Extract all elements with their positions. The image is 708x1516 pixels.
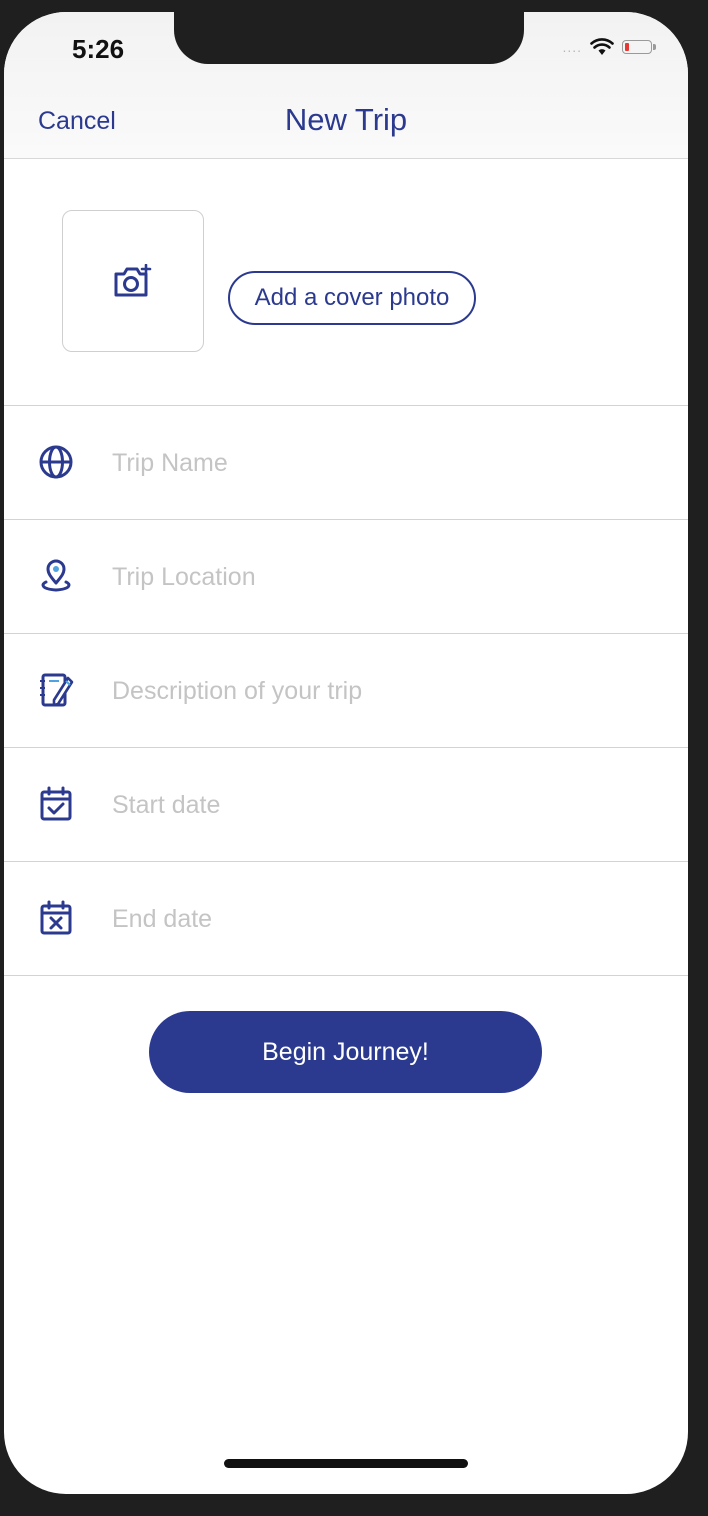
begin-journey-button[interactable]: Begin Journey! (149, 1011, 542, 1093)
app-screen: Cancel New Trip 5:26 .... Add a cover ph… (4, 12, 688, 1494)
cover-photo-section: Add a cover photo (4, 159, 688, 406)
calendar-check-icon (40, 786, 72, 821)
notebook-pencil-icon (40, 673, 74, 707)
status-indicators: .... (562, 38, 656, 56)
start-date-row (4, 748, 688, 862)
battery-icon (622, 40, 656, 54)
trip-description-row (4, 634, 688, 748)
start-date-input[interactable] (110, 778, 654, 832)
page-title: New Trip (284, 102, 408, 137)
cover-photo-placeholder[interactable] (62, 210, 204, 352)
globe-icon (39, 445, 73, 479)
signal-icon: .... (562, 39, 582, 55)
trip-description-input[interactable] (110, 664, 654, 718)
wifi-icon (590, 38, 614, 55)
location-pin-icon (41, 559, 71, 592)
calendar-x-icon (40, 900, 72, 935)
trip-location-input[interactable] (110, 550, 654, 604)
add-cover-photo-button[interactable]: Add a cover photo (228, 271, 476, 325)
status-time: 5:26 (72, 34, 125, 64)
end-date-input[interactable] (110, 892, 654, 946)
trip-name-row (4, 406, 688, 520)
trip-location-row (4, 520, 688, 634)
camera-add-icon (114, 264, 152, 297)
trip-name-input[interactable] (110, 436, 654, 490)
device-notch (174, 12, 524, 64)
home-indicator[interactable] (224, 1459, 468, 1468)
end-date-row (4, 862, 688, 976)
